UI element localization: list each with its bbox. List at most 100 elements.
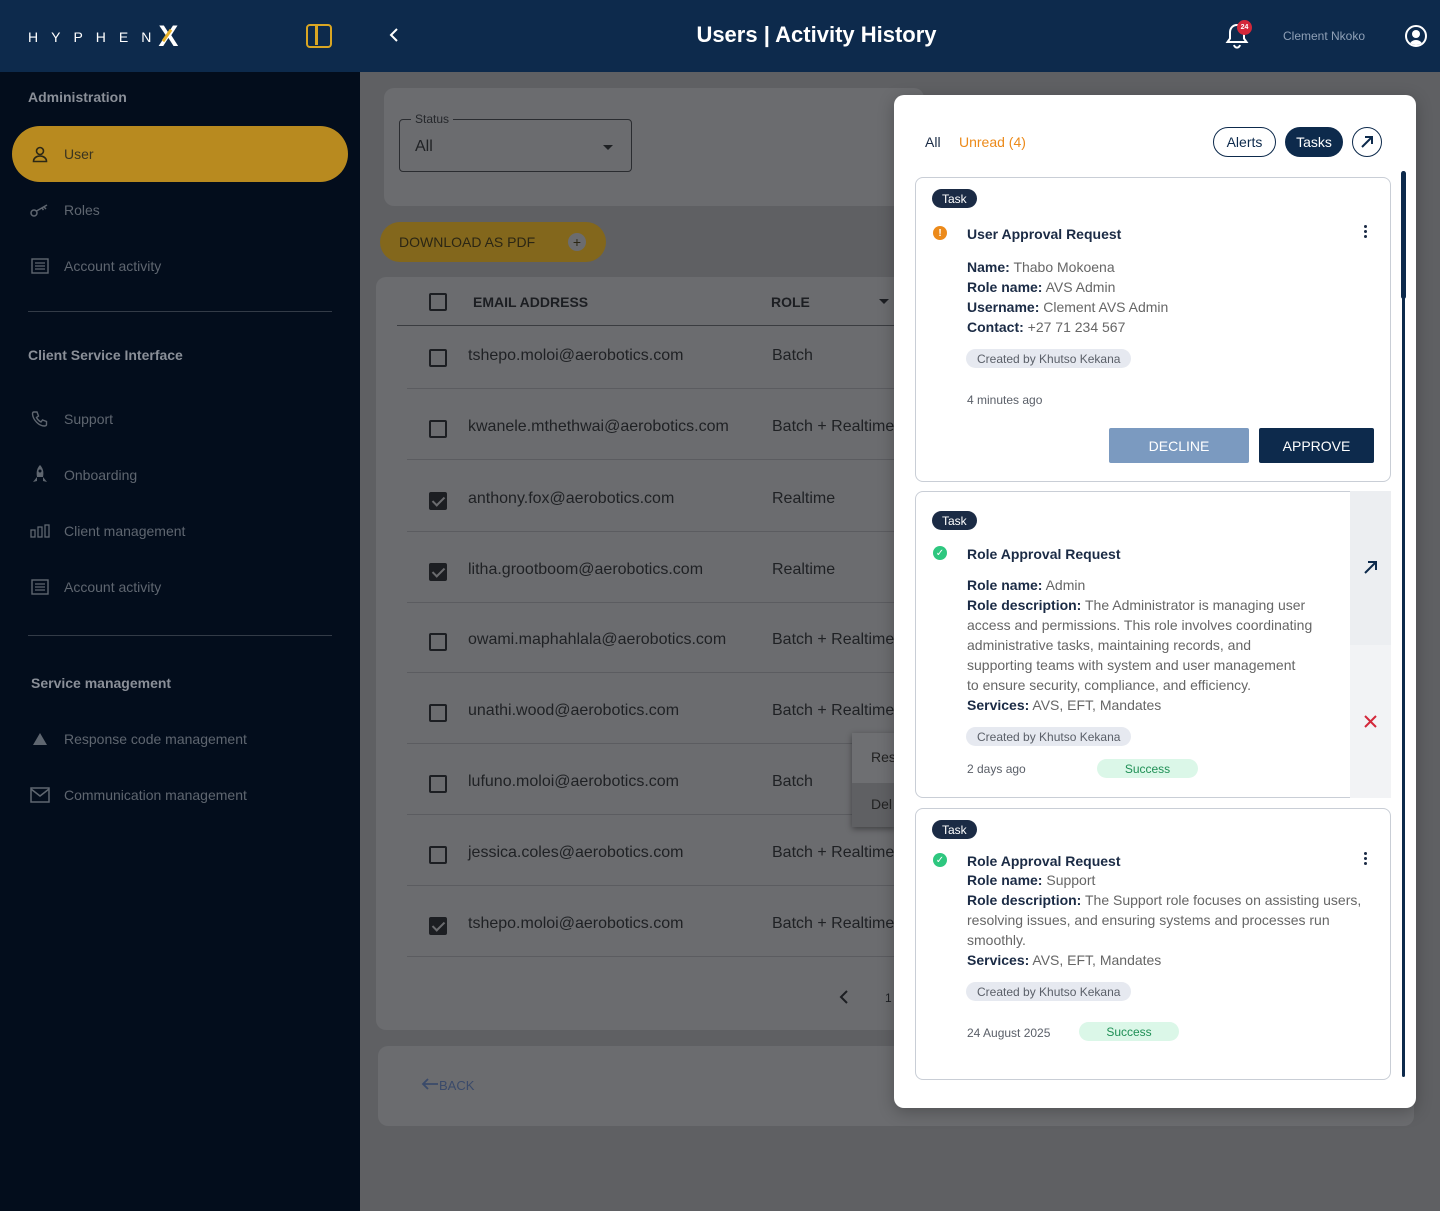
notification-count-badge: 24 <box>1237 20 1252 35</box>
warning-icon: ! <box>933 226 947 240</box>
sidebar-item-support[interactable]: Support <box>12 391 348 447</box>
task-tag: Task <box>932 820 977 839</box>
field-key: Services: <box>967 952 1030 968</box>
cell-role: Realtime <box>772 561 836 578</box>
section-title-administration: Administration <box>28 89 127 105</box>
desc-line: resolving issues, and ensuring systems a… <box>967 912 1330 928</box>
check-circle-icon: ✓ <box>933 546 947 560</box>
cell-email: kwanele.mthethwai@aerobotics.com <box>468 418 729 435</box>
sidebar-divider <box>28 311 332 312</box>
tab-unread[interactable]: Unread (4) <box>959 134 1026 150</box>
caret-down-icon[interactable] <box>603 145 613 150</box>
open-arrow-icon[interactable] <box>1363 560 1378 580</box>
success-badge: Success <box>1079 1022 1179 1041</box>
table-header-divider <box>397 325 917 326</box>
context-menu-delete[interactable]: Del <box>871 796 892 812</box>
select-all-checkbox[interactable] <box>429 293 447 311</box>
field-key: Name: <box>967 259 1010 275</box>
tab-all[interactable]: All <box>925 134 941 150</box>
desc-line: access and permissions. This role involv… <box>967 617 1313 633</box>
field-key: Contact: <box>967 319 1024 335</box>
page-title: Users | Activity History <box>696 22 937 47</box>
cell-email: jessica.coles@aerobotics.com <box>468 844 684 861</box>
status-select-label: Status <box>411 112 454 126</box>
plus-icon[interactable]: + <box>568 233 586 251</box>
status-select-value: All <box>415 138 433 155</box>
field-role-name: Role name: Admin <box>967 575 1085 595</box>
row-checkbox[interactable] <box>429 420 447 438</box>
approve-button[interactable]: APPROVE <box>1259 428 1374 463</box>
arrow-left-icon <box>421 1077 439 1094</box>
sidebar-item-account-activity[interactable]: Account activity <box>12 238 348 294</box>
status-select[interactable] <box>399 119 632 172</box>
avatar-icon[interactable] <box>1405 25 1427 47</box>
row-divider <box>407 459 917 460</box>
field-value: +27 71 234 567 <box>1027 319 1126 335</box>
close-icon[interactable] <box>1363 714 1378 734</box>
card-timestamp: 24 August 2025 <box>967 1026 1051 1040</box>
pager-prev-icon[interactable] <box>838 988 850 1011</box>
success-badge: Success <box>1097 759 1198 778</box>
field-key: Role name: <box>967 279 1043 295</box>
field-key: Username: <box>967 299 1040 315</box>
row-checkbox[interactable] <box>429 775 447 793</box>
mail-icon <box>30 785 50 805</box>
cell-role: Realtime <box>772 490 836 507</box>
back-link[interactable]: BACK <box>421 1077 474 1094</box>
field-key: Role description: <box>967 597 1082 613</box>
row-checkbox[interactable] <box>429 563 447 581</box>
more-options-icon[interactable] <box>1364 852 1368 866</box>
sidebar-item-user[interactable]: User <box>12 126 348 182</box>
notification-scrollbar[interactable] <box>1402 171 1405 1077</box>
row-checkbox[interactable] <box>429 349 447 367</box>
sort-caret-icon[interactable] <box>879 299 889 304</box>
open-external-icon[interactable] <box>1352 127 1382 157</box>
cell-email: lufuno.moloi@aerobotics.com <box>468 773 680 790</box>
logo-mark: X <box>158 20 179 53</box>
sidebar-item-onboarding[interactable]: Onboarding <box>12 447 348 503</box>
column-header-email[interactable]: EMAIL ADDRESS <box>473 294 588 310</box>
row-checkbox[interactable] <box>429 917 447 935</box>
row-checkbox[interactable] <box>429 704 447 722</box>
field-name: Name: Thabo Mokoena <box>967 257 1115 277</box>
field-key: Role name: <box>967 577 1043 593</box>
sidebar-item-response-code-management[interactable]: Response code management <box>12 711 348 767</box>
decline-button[interactable]: DECLINE <box>1109 428 1249 463</box>
cell-email: owami.maphahlala@aerobotics.com <box>468 631 727 648</box>
cell-email: unathi.wood@aerobotics.com <box>468 702 680 719</box>
hyphenx-logo[interactable]: HYPHEN X <box>28 20 178 53</box>
cell-role: Batch + Realtime <box>772 915 894 932</box>
row-checkbox[interactable] <box>429 492 447 510</box>
notification-scroll-thumb[interactable] <box>1401 171 1406 299</box>
context-menu-reset[interactable]: Res <box>871 749 896 765</box>
sidebar-item-roles[interactable]: Roles <box>12 182 348 238</box>
field-role-description: Role description: The Administrator is m… <box>967 595 1347 695</box>
check-circle-icon: ✓ <box>933 853 947 867</box>
row-divider <box>407 388 917 389</box>
created-by-chip: Created by Khutso Kekana <box>966 727 1132 746</box>
row-context-menu: Res Del <box>852 733 896 827</box>
desc-line: smoothly. <box>967 932 1026 948</box>
row-checkbox[interactable] <box>429 846 447 864</box>
section-title-service-management: Service management <box>31 675 172 691</box>
field-value: Admin <box>1045 577 1086 593</box>
column-header-role[interactable]: ROLE <box>771 294 810 310</box>
sidebar-item-account-activity-2[interactable]: Account activity <box>12 559 348 615</box>
sidebar-item-communication-management[interactable]: Communication management <box>12 767 348 823</box>
created-by-chip: Created by Khutso Kekana <box>966 982 1132 1001</box>
sidebar-item-client-management[interactable]: Client management <box>12 503 348 559</box>
sidebar-collapse-icon[interactable] <box>306 24 332 48</box>
alerts-pill[interactable]: Alerts <box>1213 127 1276 157</box>
key-icon <box>30 200 50 220</box>
more-options-icon[interactable] <box>1364 225 1368 239</box>
field-key: Role name: <box>967 872 1043 888</box>
back-label: BACK <box>439 1078 475 1093</box>
field-key: Services: <box>967 697 1030 713</box>
user-name[interactable]: Clement Nkoko <box>1283 29 1365 43</box>
row-checkbox[interactable] <box>429 633 447 651</box>
list-icon <box>30 577 50 597</box>
tasks-pill[interactable]: Tasks <box>1285 127 1343 157</box>
field-value: Thabo Mokoena <box>1013 259 1115 275</box>
pager-page-number[interactable]: 1 <box>885 991 892 1005</box>
sidebar-divider <box>28 635 332 636</box>
